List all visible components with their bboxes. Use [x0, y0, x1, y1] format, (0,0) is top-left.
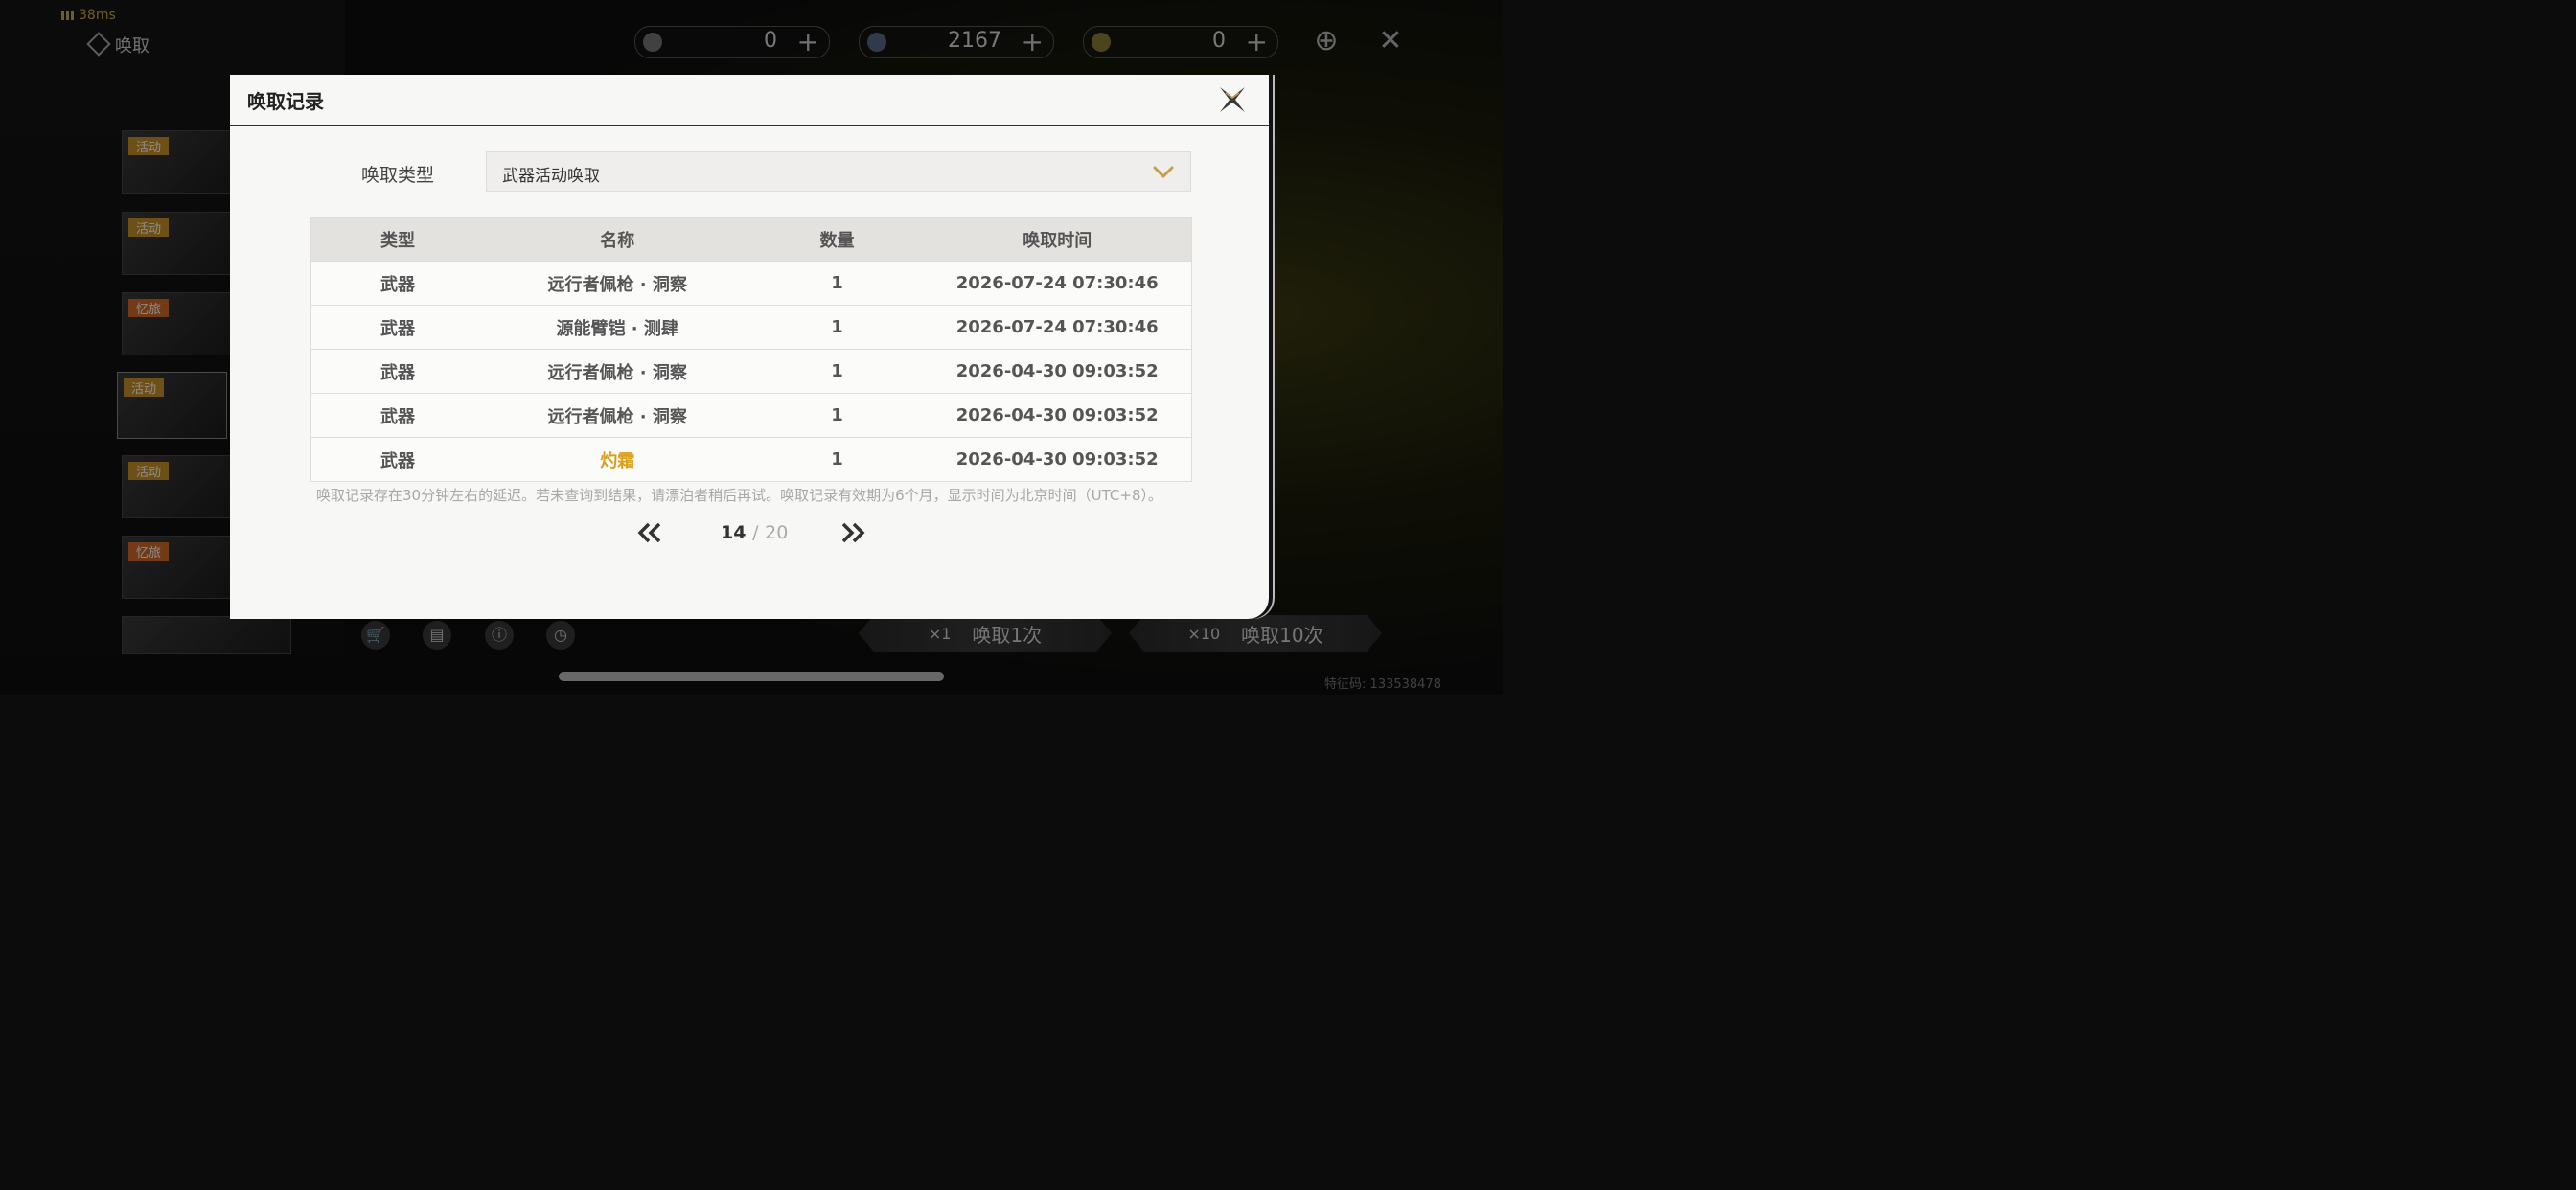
cell-qty: 1: [750, 349, 924, 394]
cell-name: 远行者佩枪 · 洞察: [483, 393, 751, 438]
cell-time: 2026-07-24 07:30:46: [923, 261, 1192, 306]
modal-header: 唤取记录: [230, 75, 1269, 126]
cell-time: 2026-04-30 09:03:52: [923, 349, 1192, 394]
col-type: 类型: [310, 217, 484, 262]
close-icon[interactable]: [1217, 84, 1248, 115]
convene-history-modal: 唤取记录 唤取类型 武器活动唤取 类型 名称 数量 唤取时间 武器 远行者佩枪 …: [230, 75, 1269, 619]
cell-time: 2026-04-30 09:03:52: [923, 393, 1192, 438]
convene-type-dropdown[interactable]: 武器活动唤取: [486, 151, 1191, 192]
filter-label: 唤取类型: [361, 165, 435, 186]
cell-name-highlight: 灼霜: [483, 437, 751, 482]
current-page: 14: [721, 522, 747, 543]
next-page-icon[interactable]: [840, 521, 866, 544]
table-row: 武器 远行者佩枪 · 洞察 1 2026-07-24 07:30:46: [310, 261, 1192, 306]
page-indicator: 14 / 20: [721, 522, 788, 543]
cell-type: 武器: [310, 393, 484, 438]
col-qty: 数量: [750, 217, 924, 262]
cell-name: 远行者佩枪 · 洞察: [483, 261, 751, 306]
pagination: 14 / 20: [230, 517, 1269, 550]
col-name: 名称: [483, 217, 751, 262]
cell-type: 武器: [310, 305, 484, 350]
cell-qty: 1: [750, 393, 924, 438]
history-table: 类型 名称 数量 唤取时间 武器 远行者佩枪 · 洞察 1 2026-07-24…: [310, 217, 1192, 482]
cell-type: 武器: [310, 261, 484, 306]
cell-name: 远行者佩枪 · 洞察: [483, 349, 751, 394]
cell-time: 2026-07-24 07:30:46: [923, 305, 1192, 350]
delay-notice: 唤取记录存在30分钟左右的延迟。若未查询到结果，请漂泊者稍后再试。唤取记录有效期…: [316, 487, 1162, 504]
cell-time: 2026-04-30 09:03:52: [923, 437, 1192, 482]
cell-qty: 1: [750, 261, 924, 306]
cell-type: 武器: [310, 437, 484, 482]
modal-title: 唤取记录: [247, 90, 324, 113]
table-row: 武器 源能臂铠 · 测肆 1 2026-07-24 07:30:46: [310, 305, 1192, 350]
table-row: 武器 远行者佩枪 · 洞察 1 2026-04-30 09:03:52: [310, 393, 1192, 438]
prev-page-icon[interactable]: [636, 521, 663, 544]
cell-qty: 1: [750, 305, 924, 350]
col-time: 唤取时间: [923, 217, 1192, 262]
cell-qty: 1: [750, 437, 924, 482]
table-row: 武器 远行者佩枪 · 洞察 1 2026-04-30 09:03:52: [310, 349, 1192, 394]
cell-type: 武器: [310, 349, 484, 394]
page-separator: /: [752, 522, 759, 543]
table-header: 类型 名称 数量 唤取时间: [310, 217, 1192, 262]
chevron-down-icon: [1153, 166, 1174, 179]
dropdown-value: 武器活动唤取: [502, 167, 600, 186]
total-pages: 20: [765, 522, 789, 543]
cell-name: 源能臂铠 · 测肆: [483, 305, 751, 350]
table-row: 武器 灼霜 1 2026-04-30 09:03:52: [310, 437, 1192, 482]
